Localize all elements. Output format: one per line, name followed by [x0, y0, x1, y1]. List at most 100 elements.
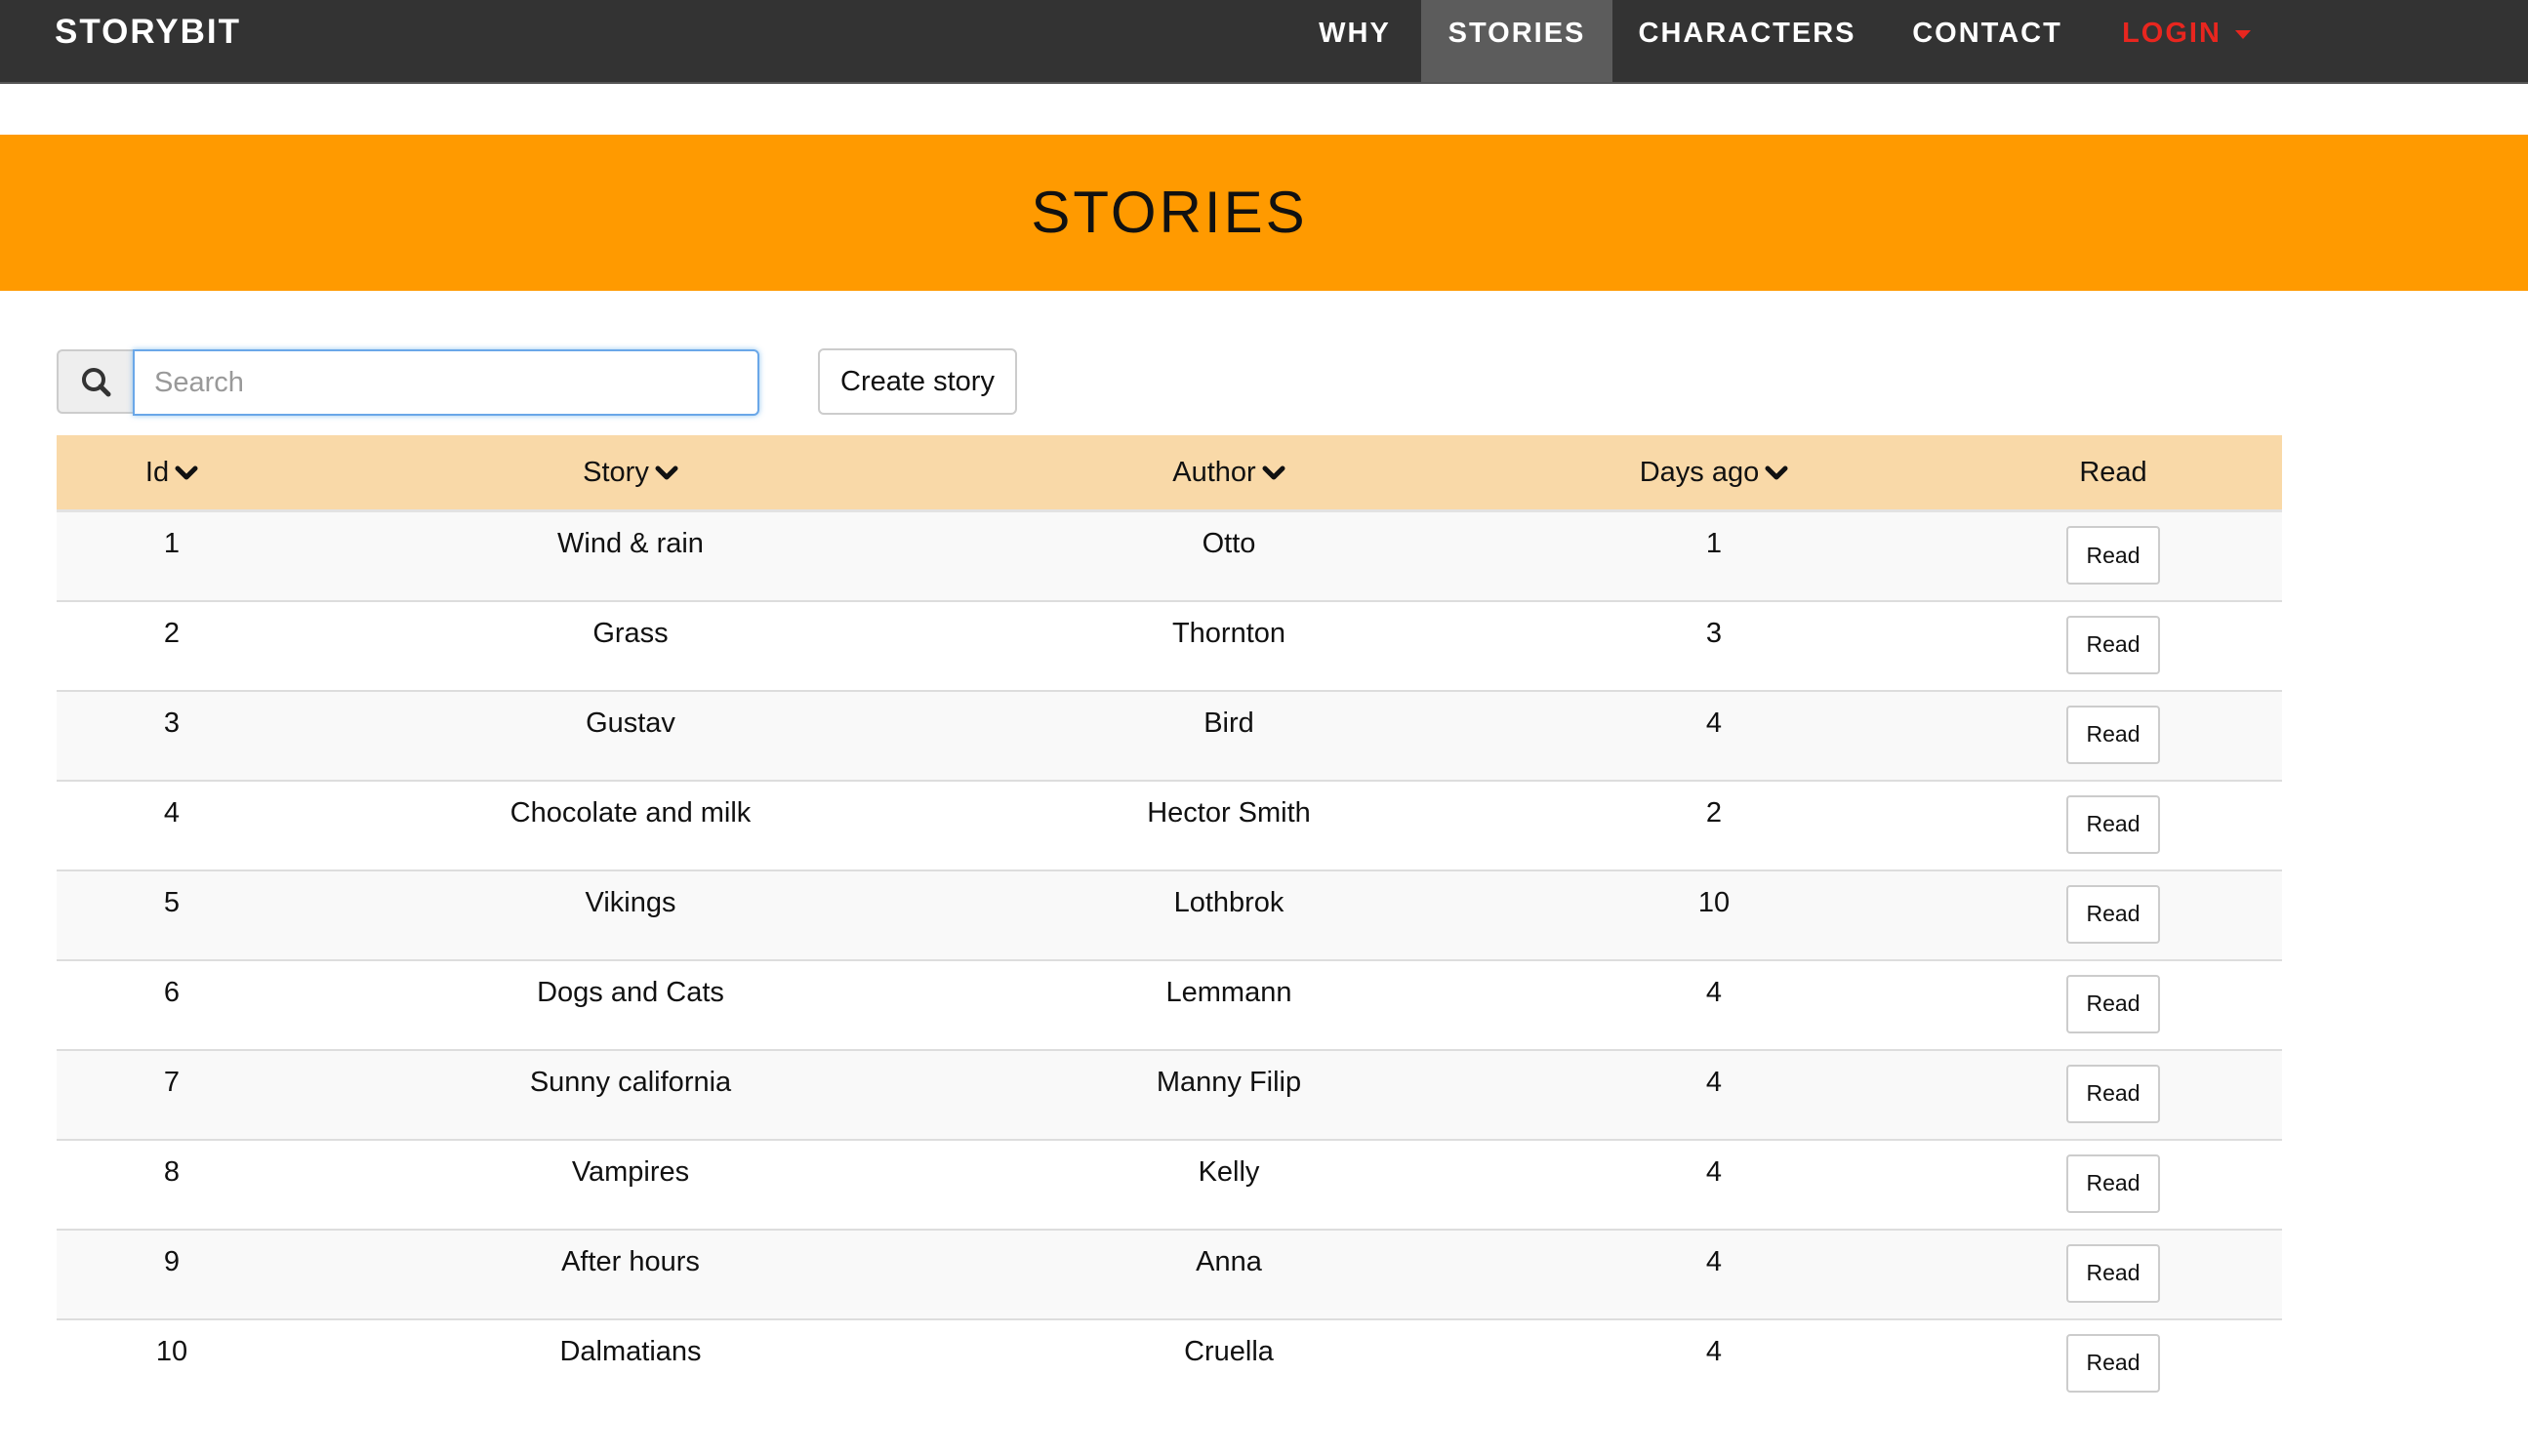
cell-days-ago: 4 [1484, 1138, 1944, 1230]
nav-contact[interactable]: CONTACT [1890, 0, 2085, 82]
cell-days-ago: 4 [1484, 689, 1944, 781]
nav-login-dropdown[interactable]: LOGIN [2108, 0, 2264, 82]
nav-characters[interactable]: CHARACTERS [1622, 0, 1872, 82]
nav-login-label: LOGIN [2122, 18, 2222, 49]
cell-author: Cruella [974, 1317, 1484, 1409]
table-header-row: Id Story Author Days ago Read [57, 435, 2282, 512]
cell-story: Sunny california [287, 1048, 974, 1140]
stories-table: Id Story Author Days ago Read 1 Wind & rain Ott… [57, 435, 2282, 1409]
table-row: 1 Wind & rain Otto 1 Read [57, 509, 2282, 601]
cell-read: Read [1944, 509, 2282, 601]
column-header-label: Days ago [1639, 456, 1760, 488]
cell-read: Read [1944, 689, 2282, 781]
page-banner: STORIES [0, 135, 2528, 291]
table-row: 7 Sunny california Manny Filip 4 Read [57, 1048, 2282, 1140]
search-icon [82, 368, 111, 397]
read-button[interactable]: Read [2066, 1333, 2160, 1393]
cell-author: Anna [974, 1228, 1484, 1319]
nav-why[interactable]: WHY [1298, 0, 1411, 82]
table-row: 8 Vampires Kelly 4 Read [57, 1138, 2282, 1230]
cell-id: 9 [57, 1228, 287, 1319]
cell-days-ago: 4 [1484, 1048, 1944, 1140]
cell-id: 7 [57, 1048, 287, 1140]
cell-story: Dalmatians [287, 1317, 974, 1409]
cell-id: 1 [57, 509, 287, 601]
cell-id: 4 [57, 779, 287, 870]
cell-author: Otto [974, 509, 1484, 601]
cell-story: Dogs and Cats [287, 958, 974, 1050]
read-button[interactable]: Read [2066, 974, 2160, 1033]
read-button[interactable]: Read [2066, 615, 2160, 674]
cell-days-ago: 4 [1484, 1228, 1944, 1319]
cell-read: Read [1944, 869, 2282, 960]
search-input[interactable] [133, 349, 759, 416]
cell-days-ago: 1 [1484, 509, 1944, 601]
search-addon [57, 349, 133, 414]
cell-id: 6 [57, 958, 287, 1050]
cell-story: Vampires [287, 1138, 974, 1230]
cell-author: Kelly [974, 1138, 1484, 1230]
table-row: 3 Gustav Bird 4 Read [57, 689, 2282, 781]
cell-read: Read [1944, 779, 2282, 870]
column-header-label: Author [1172, 456, 1256, 488]
chevron-down-icon[interactable] [1262, 464, 1285, 483]
cell-id: 5 [57, 869, 287, 960]
page-title: STORIES [1031, 180, 1308, 245]
column-header-author[interactable]: Author [974, 435, 1484, 512]
chevron-down-icon[interactable] [655, 464, 678, 483]
read-button[interactable]: Read [2066, 1064, 2160, 1123]
column-header-story[interactable]: Story [287, 435, 974, 512]
chevron-down-icon[interactable] [175, 464, 198, 483]
table-row: 10 Dalmatians Cruella 4 Read [57, 1317, 2282, 1409]
cell-read: Read [1944, 958, 2282, 1050]
cell-days-ago: 4 [1484, 1317, 1944, 1409]
read-button[interactable]: Read [2066, 1243, 2160, 1303]
column-header-id[interactable]: Id [57, 435, 287, 512]
column-header-label: Story [583, 456, 649, 488]
cell-author: Thornton [974, 599, 1484, 691]
table-row: 6 Dogs and Cats Lemmann 4 Read [57, 958, 2282, 1050]
cell-read: Read [1944, 1138, 2282, 1230]
brand-logo[interactable]: STORYBIT [55, 0, 241, 64]
cell-read: Read [1944, 1048, 2282, 1140]
cell-read: Read [1944, 599, 2282, 691]
chevron-down-icon[interactable] [1765, 464, 1788, 483]
column-header-label: Read [2079, 456, 2147, 488]
cell-story: Vikings [287, 869, 974, 960]
caret-down-icon [2234, 29, 2251, 39]
cell-author: Lemmann [974, 958, 1484, 1050]
table-row: 9 After hours Anna 4 Read [57, 1228, 2282, 1319]
column-header-label: Id [144, 456, 170, 488]
cell-id: 2 [57, 599, 287, 691]
cell-days-ago: 4 [1484, 958, 1944, 1050]
create-story-button[interactable]: Create story [818, 348, 1017, 415]
cell-read: Read [1944, 1317, 2282, 1409]
cell-read: Read [1944, 1228, 2282, 1319]
cell-author: Lothbrok [974, 869, 1484, 960]
cell-id: 10 [57, 1317, 287, 1409]
cell-author: Bird [974, 689, 1484, 781]
read-button[interactable]: Read [2066, 884, 2160, 944]
nav-stories[interactable]: STORIES [1421, 0, 1612, 82]
cell-story: After hours [287, 1228, 974, 1319]
table-row: 5 Vikings Lothbrok 10 Read [57, 869, 2282, 960]
top-navbar: STORYBIT WHY STORIES CHARACTERS CONTACT … [0, 0, 2528, 84]
read-button[interactable]: Read [2066, 794, 2160, 854]
cell-days-ago: 3 [1484, 599, 1944, 691]
cell-story: Grass [287, 599, 974, 691]
table-row: 2 Grass Thornton 3 Read [57, 599, 2282, 691]
read-button[interactable]: Read [2066, 705, 2160, 764]
cell-story: Gustav [287, 689, 974, 781]
cell-days-ago: 10 [1484, 869, 1944, 960]
cell-id: 3 [57, 689, 287, 781]
read-button[interactable]: Read [2066, 526, 2160, 585]
cell-story: Wind & rain [287, 509, 974, 601]
cell-author: Manny Filip [974, 1048, 1484, 1140]
column-header-read: Read [1944, 435, 2282, 512]
column-header-days-ago[interactable]: Days ago [1484, 435, 1944, 512]
cell-id: 8 [57, 1138, 287, 1230]
cell-author: Hector Smith [974, 779, 1484, 870]
read-button[interactable]: Read [2066, 1153, 2160, 1213]
table-row: 4 Chocolate and milk Hector Smith 2 Read [57, 779, 2282, 870]
cell-days-ago: 2 [1484, 779, 1944, 870]
